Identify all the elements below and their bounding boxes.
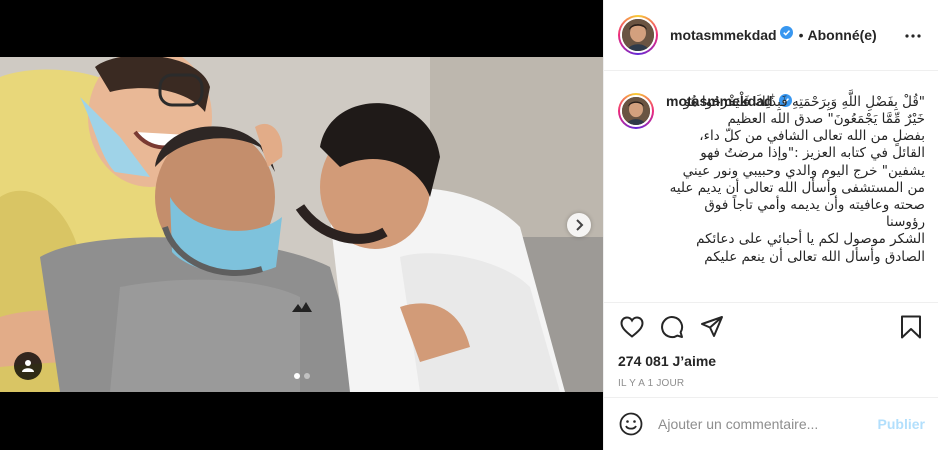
caption-text: "قُلْ بِفَضْلِ اللَّهِ وَبِرَحْمَتِهِ فَ…	[669, 93, 925, 265]
emoji-button[interactable]	[618, 411, 644, 437]
comment-button[interactable]	[658, 313, 686, 341]
caption-comment: motasmmekdad "قُلْ بِفَضْلِ اللَّهِ وَبِ…	[618, 93, 925, 266]
caption-body: motasmmekdad "قُلْ بِفَضْلِ اللَّهِ وَبِ…	[666, 93, 925, 266]
like-button[interactable]	[618, 313, 646, 341]
more-options-icon	[905, 34, 921, 38]
post-timestamp[interactable]: IL Y A 1 JOUR	[618, 378, 925, 389]
emoji-icon	[619, 412, 643, 436]
username-link[interactable]: motasmmekdad	[670, 27, 777, 43]
header-separator: •	[798, 27, 804, 43]
more-options-button[interactable]	[901, 27, 925, 45]
heart-icon	[620, 316, 644, 338]
post-media	[0, 0, 603, 450]
likes-count[interactable]: 274 081 J’aime	[618, 353, 925, 369]
post-actions: 274 081 J’aime IL Y A 1 JOUR	[604, 302, 938, 389]
post-header: motasmmekdad • Abonné(e)	[604, 0, 938, 71]
post-photo[interactable]	[0, 57, 603, 392]
follow-status-button[interactable]: Abonné(e)	[808, 27, 877, 43]
bookmark-icon	[901, 315, 921, 339]
carousel-dot	[304, 373, 310, 379]
comment-input[interactable]	[658, 416, 868, 432]
user-tag-icon	[22, 360, 34, 372]
user-tags-button[interactable]	[14, 352, 42, 380]
save-button[interactable]	[897, 313, 925, 341]
comment-icon	[661, 316, 684, 339]
share-button[interactable]	[698, 313, 726, 341]
paper-plane-icon	[701, 316, 723, 337]
verified-badge-icon	[779, 26, 793, 44]
publish-button[interactable]: Publier	[878, 416, 925, 432]
action-icons-row	[618, 313, 925, 341]
chevron-right-icon	[576, 219, 584, 231]
carousel-dot	[294, 373, 300, 379]
avatar[interactable]	[618, 15, 658, 55]
carousel-next-button[interactable]	[567, 213, 591, 237]
caption-section: motasmmekdad "قُلْ بِفَضْلِ اللَّهِ وَبِ…	[604, 71, 938, 302]
post-details-panel: motasmmekdad • Abonné(e) motasmmekdad "ق…	[603, 0, 938, 450]
carousel-indicator	[294, 373, 310, 379]
add-comment-bar: Publier	[604, 397, 938, 450]
avatar[interactable]	[618, 93, 654, 129]
